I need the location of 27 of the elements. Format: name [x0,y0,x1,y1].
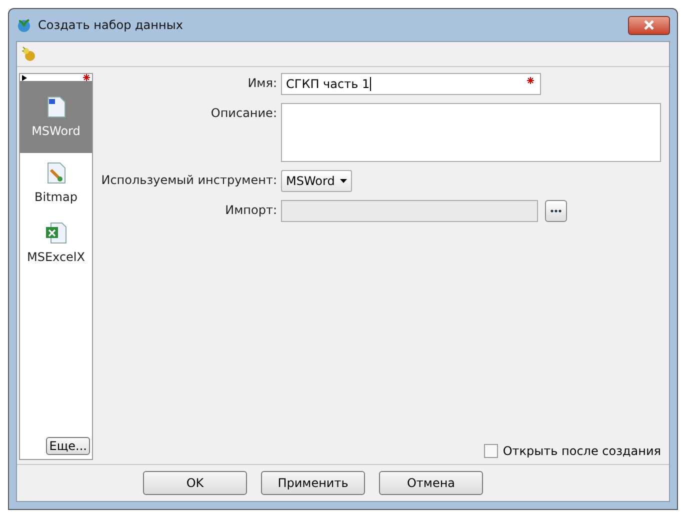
close-icon [643,20,655,30]
caret-icon [340,179,347,183]
browse-button[interactable] [545,200,567,222]
name-field[interactable]: СГКП часть 1 [281,73,541,95]
tool-item[interactable]: MSWord [20,81,92,153]
ellipsis-icon [550,209,562,213]
spreadsheet-icon [45,222,67,244]
close-button[interactable] [628,16,670,34]
field-label: Импорт: [224,202,277,217]
field-label: Имя: [246,75,277,90]
expand-arrow-icon[interactable] [22,74,27,80]
document-icon [46,96,66,118]
dialog-button[interactable]: Применить [261,471,365,495]
more-button[interactable]: Еще... [46,437,90,455]
description-field[interactable] [281,103,661,162]
app-logo-icon [16,17,32,33]
field-label: Описание: [210,105,277,120]
window-title: Создать набор данных [38,18,183,32]
checkbox-label: Открыть после создания [502,444,661,458]
dialog-button[interactable]: OK [143,471,247,495]
tool-dropdown[interactable]: MSWord [281,170,352,192]
wizard-icon[interactable] [21,46,37,62]
checkbox[interactable] [484,444,498,458]
field-label: Используемый инструмент: [101,172,277,187]
dialog-button[interactable]: Отмена [379,471,483,495]
image-file-icon [46,162,66,184]
required-star-icon [83,74,90,81]
